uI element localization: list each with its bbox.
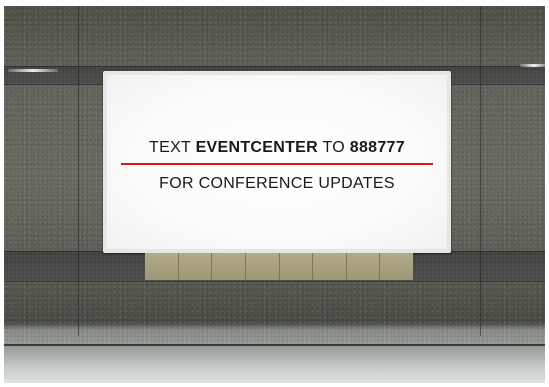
headline-mid: TO [318,139,350,156]
wall-tile-row [145,253,413,280]
photo: TEXT EVENTCENTER TO 888777 FOR CONFERENC… [0,0,549,387]
wall-tile [279,253,314,280]
headline-number: 888777 [349,139,405,156]
headline-prefix: TEXT [149,139,196,156]
wall-tile [313,253,347,280]
wall-tile [245,253,280,280]
panel-seam [78,6,79,336]
billboard-subline: FOR CONFERENCE UPDATES [159,175,395,192]
floor [4,344,545,383]
billboard: TEXT EVENTCENTER TO 888777 FOR CONFERENC… [103,71,451,253]
headline-keyword: EVENTCENTER [195,139,319,156]
billboard-screen: TEXT EVENTCENTER TO 888777 FOR CONFERENC… [107,75,447,249]
floor-edge [4,344,545,346]
wall-tile [380,253,413,280]
panel-seam [4,66,545,67]
wall-tile [212,253,246,280]
ceiling-light [520,64,545,67]
ceiling-light [8,69,58,72]
wall-tile [145,253,179,280]
red-divider [121,163,433,165]
billboard-headline: TEXT EVENTCENTER TO 888777 [107,139,447,157]
wall-tile [346,253,381,280]
panel-seam [4,281,545,282]
panel-seam [480,6,481,336]
wall-tile [178,253,213,280]
